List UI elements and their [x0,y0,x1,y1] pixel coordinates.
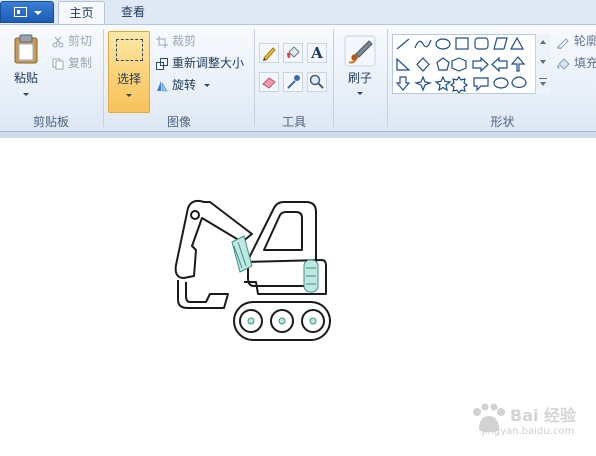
chevron-down-icon [34,11,42,15]
text-icon[interactable]: A [307,43,327,63]
rotate-icon [157,80,168,91]
copy-icon [52,58,64,69]
scroll-up-icon[interactable] [540,40,546,44]
crop-button[interactable]: 裁剪 [156,32,196,50]
brushes-button[interactable]: 刷子 [340,69,380,86]
rotate-button[interactable]: 旋转 [156,76,210,94]
fill-button[interactable]: 填充 [556,54,596,72]
app-menu-button[interactable] [0,1,54,23]
rotate-label: 旋转 [172,78,197,92]
crop-label: 裁剪 [172,34,197,48]
chevron-down-icon [126,94,132,97]
shapes-gallery [392,34,550,94]
resize-button[interactable]: 重新调整大小 [156,54,244,72]
color-picker-icon[interactable] [283,72,303,92]
cut-label: 剪切 [68,34,93,48]
excavator-drawing [174,199,331,341]
selection-icon [116,39,143,61]
shapes-group-label: 形状 [490,115,515,129]
brush-icon[interactable] [344,35,376,67]
fill-icon[interactable] [283,43,303,63]
shapes-gallery-icons[interactable] [393,35,536,93]
copy-button[interactable]: 复制 [52,54,92,72]
group-divider [103,29,104,127]
text-tool-glyph: A [311,44,323,62]
group-divider [333,29,334,127]
scissors-icon [52,36,64,47]
outline-label: 轮廓 [574,34,596,48]
select-label: 选择 [116,72,141,86]
paste-button[interactable]: 粘贴 [8,69,44,86]
group-divider [387,29,388,127]
tab-view[interactable]: 查看 [110,1,156,24]
chevron-down-icon [203,84,210,87]
shapes-gallery-scrollbar[interactable] [535,34,550,94]
cut-button[interactable]: 剪切 [52,32,92,50]
paste-icon[interactable] [13,34,39,64]
magnifier-icon[interactable] [307,72,327,92]
expand-gallery-icon[interactable] [539,78,547,89]
select-button[interactable]: 选择 [108,31,150,113]
resize-label: 重新调整大小 [172,56,245,70]
chevron-down-icon[interactable] [23,93,29,96]
image-group-label: 图像 [166,115,191,129]
group-divider [254,29,255,127]
ribbon: 粘贴 剪切 复制 剪贴板 选择 裁剪 重新调整大小 旋转 图像 A 工具 刷子 … [0,24,596,132]
fill-bucket-icon [557,57,570,70]
chevron-down-icon[interactable] [357,92,363,95]
clipboard-group-label: 剪贴板 [32,115,69,129]
pencil-icon[interactable] [259,43,279,63]
tools-group-label: 工具 [281,115,306,129]
outline-icon [557,37,569,49]
copy-label: 复制 [68,56,93,70]
watermark-text: Bai 经验 [510,406,577,425]
scroll-down-icon[interactable] [540,60,546,64]
watermark-url: jingyan.baidu.com [482,426,575,437]
crop-icon [156,35,168,48]
fill-label: 填充 [574,56,596,70]
tab-home[interactable]: 主页 [58,1,105,24]
outline-button[interactable]: 轮廓 [556,32,596,50]
eraser-icon[interactable] [259,72,279,92]
document-icon [14,7,27,17]
resize-icon [156,57,168,70]
ribbon-tab-strip: 主页 查看 [0,0,596,24]
